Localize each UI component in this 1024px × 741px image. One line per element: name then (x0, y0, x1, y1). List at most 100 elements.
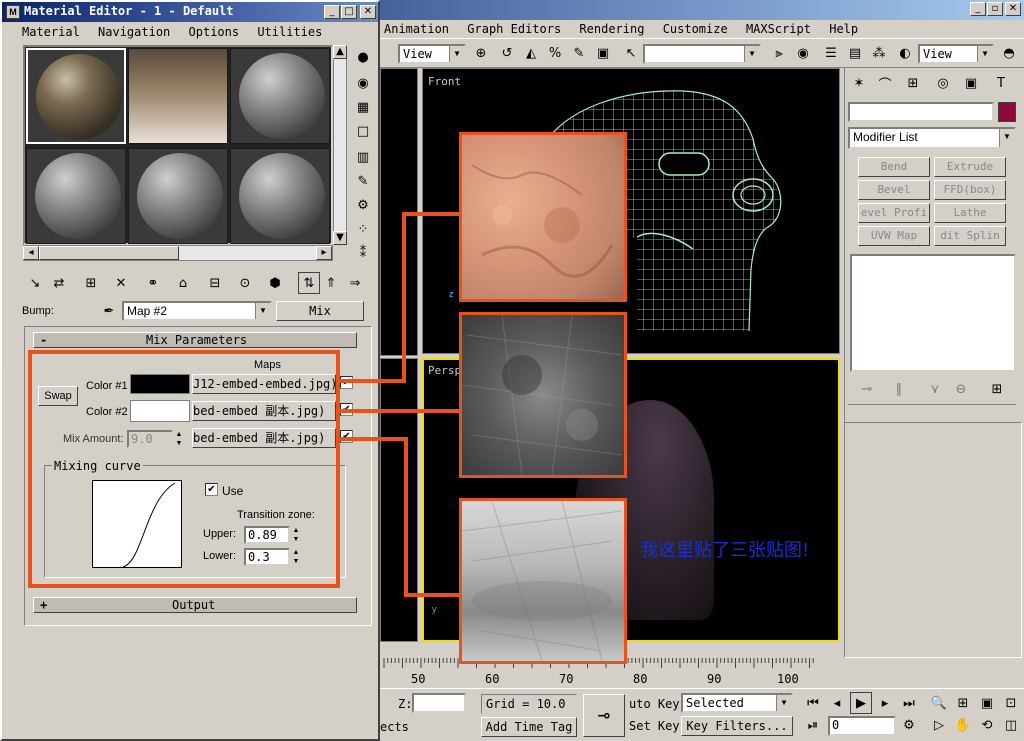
percent-snap-icon[interactable]: % (544, 42, 566, 64)
current-frame-field[interactable]: 0 (828, 716, 896, 736)
me-close-button[interactable]: ✕ (360, 5, 376, 19)
menu-graph-editors[interactable]: Graph Editors (467, 22, 561, 36)
object-color-swatch[interactable] (998, 102, 1016, 122)
play-icon[interactable]: ▶ (850, 692, 872, 714)
hierarchy-tab-icon[interactable]: ⊞ (902, 72, 924, 94)
quick-render-icon[interactable]: ◓ (998, 42, 1020, 64)
sample-slot-5[interactable] (128, 148, 228, 244)
add-time-tag-button[interactable]: Add Time Tag (481, 717, 577, 737)
pivot-icon[interactable]: ⊕ (470, 42, 492, 64)
video-color-check-icon[interactable]: ▥ (352, 146, 374, 168)
previous-frame-icon[interactable]: ◂ (826, 692, 848, 714)
zoom-all-icon[interactable]: ⊞ (952, 692, 974, 714)
field-of-view-icon[interactable]: ▷ (928, 714, 950, 736)
auto-key-button[interactable]: uto Key (629, 697, 680, 711)
options-icon[interactable]: ⚙ (352, 194, 374, 216)
key-filters-button[interactable]: Key Filters... (681, 716, 793, 736)
me-minimize-button[interactable]: _ (324, 5, 340, 19)
show-map-in-viewport-icon[interactable]: ⊙ (234, 272, 256, 294)
scroll-left-icon[interactable]: ◂ (23, 246, 39, 260)
track-view-icon[interactable]: ☰ (820, 42, 842, 64)
object-name-field[interactable] (848, 102, 994, 122)
create-tab-icon[interactable]: ✶ (848, 72, 870, 94)
sample-slots-vscroll[interactable]: ▲ ▼ (333, 45, 347, 245)
mirror-icon[interactable]: ⫸ (768, 42, 790, 64)
modifier-extrude-button[interactable]: Extrude (934, 157, 1006, 177)
set-key-icon[interactable]: ⊸ (583, 694, 625, 737)
menu-help[interactable]: Help (829, 22, 858, 36)
box-icon[interactable]: ▣ (592, 42, 614, 64)
reset-map-icon[interactable]: ✕ (110, 272, 132, 294)
sample-slot-2[interactable] (128, 48, 228, 144)
zoom-extents-all-icon[interactable]: ⊡ (1000, 692, 1022, 714)
material-effects-icon[interactable]: ⊟ (204, 272, 226, 294)
named-selection-icon[interactable]: ↖ (620, 42, 642, 64)
align-icon[interactable]: ◉ (792, 42, 814, 64)
me-menu-material[interactable]: Material (22, 25, 80, 39)
modifier-bend-button[interactable]: Bend (858, 157, 930, 177)
scroll-down-icon[interactable]: ▼ (333, 231, 347, 245)
modifier-bevel-profile-button[interactable]: evel Profi (858, 203, 930, 223)
pin-stack-icon[interactable]: ⊸ (856, 378, 878, 400)
backlight-icon[interactable]: ◉ (352, 72, 374, 94)
app-minimize-button[interactable]: _ (970, 2, 986, 16)
me-menu-options[interactable]: Options (189, 25, 240, 39)
app-restore-button[interactable]: ▫ (987, 2, 1003, 16)
me-maximize-button[interactable]: □ (341, 5, 357, 19)
modifier-stack-list[interactable] (850, 254, 1016, 372)
sample-slots-hscroll[interactable]: ◂ ▸ (23, 245, 333, 261)
material-map-navigator-icon[interactable]: ⁑ (352, 242, 374, 264)
make-preview-icon[interactable]: ✎ (352, 170, 374, 192)
mix-parameters-rollout-header[interactable]: - Mix Parameters (33, 332, 357, 348)
menu-animation[interactable]: Animation (384, 22, 449, 36)
me-menu-navigation[interactable]: Navigation (98, 25, 170, 39)
modifier-bevel-button[interactable]: Bevel (858, 180, 930, 200)
map-type-button[interactable]: Mix (276, 301, 364, 321)
render-scene-icon[interactable]: ◐ (894, 42, 916, 64)
set-key-button[interactable]: Set Key (629, 719, 680, 733)
display-tab-icon[interactable]: ▣ (960, 72, 982, 94)
go-to-sibling-icon[interactable]: ⇒ (344, 272, 366, 294)
get-material-icon[interactable]: ↘ (24, 272, 46, 294)
map-name-combo[interactable]: Map #2 ▼ (122, 301, 272, 321)
modifier-list-combo[interactable]: Modifier List ▼ (848, 127, 1016, 149)
material-editor-icon[interactable]: ⁂ (868, 42, 890, 64)
scroll-right-icon[interactable]: ▸ (316, 246, 332, 260)
modifier-lathe-button[interactable]: Lathe (934, 203, 1006, 223)
sample-slot-4[interactable] (26, 148, 126, 244)
output-rollout-header[interactable]: + Output (33, 597, 357, 613)
output-rollout-toggle[interactable]: + (40, 598, 47, 612)
sample-type-icon[interactable]: ● (352, 46, 374, 68)
angle-snap-icon[interactable]: ◭ (520, 42, 542, 64)
select-by-material-icon[interactable]: ⁘ (352, 218, 374, 240)
modify-tab-icon[interactable]: ⌒ (874, 72, 896, 94)
next-frame-icon[interactable]: ▸ (874, 692, 896, 714)
go-to-end-icon[interactable]: ⏭ (898, 692, 920, 714)
go-forward-to-sibling-icon[interactable]: ⇑ (320, 272, 342, 294)
arc-rotate-icon[interactable]: ⟲ (976, 714, 998, 736)
assign-to-selection-icon[interactable]: ⊞ (80, 272, 102, 294)
pan-icon[interactable]: ✋ (952, 714, 974, 736)
maximize-viewport-icon[interactable]: ◫ (1000, 714, 1022, 736)
spinner-snap-icon[interactable]: ✎ (568, 42, 590, 64)
mix-rollout-toggle[interactable]: - (40, 333, 47, 347)
sample-slot-6[interactable] (230, 148, 330, 244)
z-coordinate-field[interactable] (412, 693, 466, 713)
configure-sets-icon[interactable]: ⊞ (986, 378, 1008, 400)
menu-rendering[interactable]: Rendering (579, 22, 644, 36)
sample-slot-3[interactable] (230, 48, 330, 144)
named-selection-combo[interactable]: ▼ (643, 44, 761, 64)
utilities-tab-icon[interactable]: T (990, 72, 1012, 94)
sample-slot-1[interactable] (26, 48, 126, 144)
make-unique-material-icon[interactable]: ⚭ (142, 272, 164, 294)
zoom-extents-icon[interactable]: ▣ (976, 692, 998, 714)
motion-tab-icon[interactable]: ◎ (932, 72, 954, 94)
snap-icon[interactable]: ↺ (496, 42, 518, 64)
modifier-ffd-button[interactable]: FFD(box) (934, 180, 1006, 200)
show-end-result-icon[interactable]: ∥ (888, 378, 910, 400)
put-to-library-icon[interactable]: ⌂ (172, 272, 194, 294)
modifier-edit-spline-button[interactable]: dit Splin (934, 226, 1006, 246)
put-to-scene-icon[interactable]: ⇄ (48, 272, 70, 294)
scroll-thumb[interactable] (39, 246, 179, 260)
background-icon[interactable]: ▦ (352, 96, 374, 118)
